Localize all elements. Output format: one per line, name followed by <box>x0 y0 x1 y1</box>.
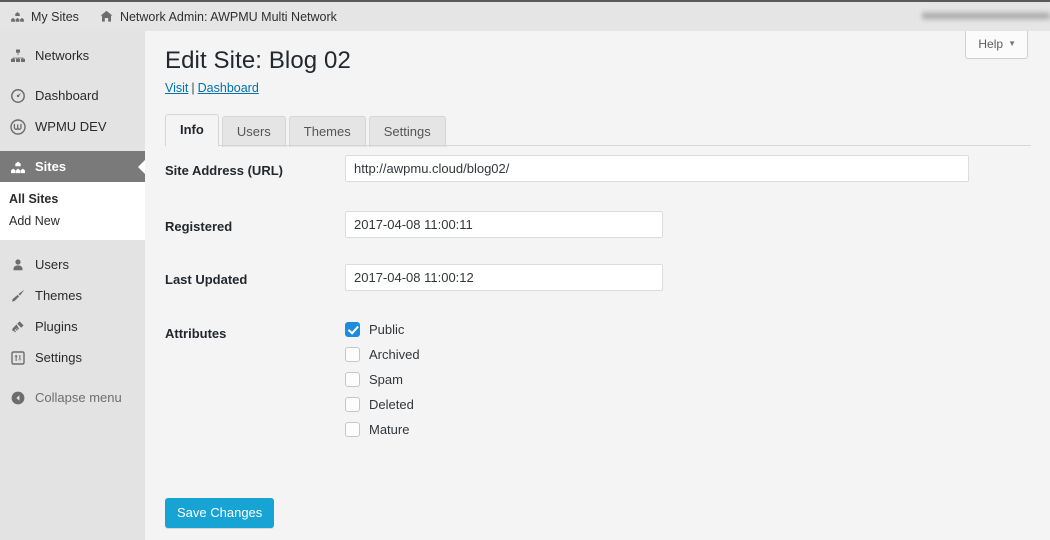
sidebar-item-label: Sites <box>35 159 67 174</box>
sidebar-item-label: Dashboard <box>35 88 99 103</box>
attributes-checkbox-group: Public Archived Spam Deleted Mature <box>345 318 420 437</box>
attribute-deleted[interactable]: Deleted <box>345 397 420 412</box>
adminbar-my-sites[interactable]: My Sites <box>0 1 89 32</box>
form-spacer-1 <box>145 182 1050 211</box>
registered-label: Registered <box>165 219 233 234</box>
tab-label: Info <box>180 122 204 137</box>
registered-input[interactable] <box>345 211 663 238</box>
tab-label: Themes <box>303 124 351 139</box>
checkbox-mature[interactable] <box>345 422 360 437</box>
sidebar-item-plugins[interactable]: Plugins <box>0 311 145 342</box>
adminbar-network-admin-label: Network Admin: AWPMU Multi Network <box>119 9 337 24</box>
attribute-label: Public <box>369 322 405 337</box>
sidebar-submenu-sites: All Sites Add New <box>0 182 145 240</box>
tab-label: Users <box>236 124 271 139</box>
sidebar: Networks Dashboard WPMU DEV Sites All Si… <box>0 31 145 540</box>
tab-bar: Info Users Themes Settings <box>165 114 446 147</box>
save-changes-button[interactable]: Save Changes <box>165 498 275 528</box>
sidebar-item-label: Plugins <box>35 319 78 334</box>
form-spacer-3 <box>145 291 1050 318</box>
attribute-label: Spam <box>369 372 403 387</box>
sidebar-item-label: Themes <box>35 288 82 303</box>
sidebar-item-label: Networks <box>35 48 90 63</box>
attribute-mature[interactable]: Mature <box>345 422 420 437</box>
chevron-down-icon: ▼ <box>1008 39 1016 48</box>
checkbox-archived[interactable] <box>345 347 360 362</box>
multisite-icon <box>10 9 25 24</box>
checkbox-spam[interactable] <box>345 372 360 387</box>
field-row-registered: Registered <box>145 211 1050 238</box>
edit-site-form: Site Address (URL) Registered Last Updat… <box>145 155 1050 437</box>
user-icon <box>9 256 26 273</box>
page-action-links: Visit | Dashboard <box>165 81 259 95</box>
brush-icon <box>9 287 26 304</box>
wpmudev-icon <box>9 118 26 135</box>
app-root: My Sites Network Admin: AWPMU Multi Netw… <box>0 0 1050 540</box>
attributes-label: Attributes <box>165 326 227 341</box>
sidebar-item-users[interactable]: Users <box>0 249 145 280</box>
network-icon <box>9 47 26 64</box>
help-button-label: Help <box>978 37 1004 51</box>
checkbox-public[interactable] <box>345 322 360 337</box>
sidebar-item-dashboard[interactable]: Dashboard <box>0 80 145 111</box>
sidebar-item-sites[interactable]: Sites <box>0 151 145 182</box>
settings-icon <box>9 349 26 366</box>
link-separator: | <box>191 81 195 95</box>
main-content: Help ▼ Edit Site: Blog 02 Visit | Dashboar… <box>145 31 1050 540</box>
home-icon <box>99 9 114 24</box>
attribute-label: Deleted <box>369 397 414 412</box>
sidebar-subitem-label: All Sites <box>9 192 59 206</box>
last-updated-input[interactable] <box>345 264 663 291</box>
adminbar-account-area[interactable] <box>922 9 1050 23</box>
site-address-input[interactable] <box>345 155 969 182</box>
site-address-label: Site Address (URL) <box>165 163 283 178</box>
sidebar-item-settings[interactable]: Settings <box>0 342 145 373</box>
admin-bar: My Sites Network Admin: AWPMU Multi Netw… <box>0 0 1050 31</box>
attribute-spam[interactable]: Spam <box>345 372 420 387</box>
sidebar-top-spacer <box>0 31 145 40</box>
tab-info[interactable]: Info <box>165 114 219 146</box>
form-spacer-2 <box>145 238 1050 264</box>
sidebar-item-label: WPMU DEV <box>35 119 107 134</box>
sidebar-item-themes[interactable]: Themes <box>0 280 145 311</box>
collapse-icon <box>9 389 26 406</box>
tab-label: Settings <box>383 124 431 139</box>
attribute-public[interactable]: Public <box>345 322 420 337</box>
help-button[interactable]: Help ▼ <box>965 31 1028 59</box>
field-row-attributes: Attributes Public Archived Spam Deleted … <box>145 318 1050 437</box>
sidebar-item-label: Users <box>35 257 69 272</box>
dashboard-link[interactable]: Dashboard <box>198 81 259 95</box>
sidebar-item-wpmu-dev[interactable]: WPMU DEV <box>0 111 145 142</box>
sidebar-item-collapse-menu[interactable]: Collapse menu <box>0 382 145 413</box>
last-updated-label: Last Updated <box>165 272 248 287</box>
visit-link[interactable]: Visit <box>165 81 188 95</box>
attribute-archived[interactable]: Archived <box>345 347 420 362</box>
adminbar-my-sites-label: My Sites <box>31 9 79 24</box>
sidebar-item-networks[interactable]: Networks <box>0 40 145 71</box>
page-title: Edit Site: Blog 02 <box>165 47 351 74</box>
tab-settings[interactable]: Settings <box>368 116 446 147</box>
field-row-site-address: Site Address (URL) <box>145 155 1050 182</box>
sidebar-subitem-all-sites[interactable]: All Sites <box>0 188 145 210</box>
sidebar-item-label: Settings <box>35 350 82 365</box>
sidebar-subitem-add-new[interactable]: Add New <box>0 210 145 232</box>
tab-divider <box>165 145 1031 146</box>
gauge-icon <box>9 87 26 104</box>
sidebar-subitem-label: Add New <box>9 214 60 228</box>
sites-icon <box>9 158 26 175</box>
field-row-last-updated: Last Updated <box>145 264 1050 291</box>
adminbar-network-admin[interactable]: Network Admin: AWPMU Multi Network <box>89 1 347 32</box>
attribute-label: Archived <box>369 347 420 362</box>
plug-icon <box>9 318 26 335</box>
sidebar-item-label: Collapse menu <box>35 390 122 405</box>
tab-users[interactable]: Users <box>221 116 286 147</box>
tab-themes[interactable]: Themes <box>288 116 366 147</box>
attribute-label: Mature <box>369 422 410 437</box>
checkbox-deleted[interactable] <box>345 397 360 412</box>
